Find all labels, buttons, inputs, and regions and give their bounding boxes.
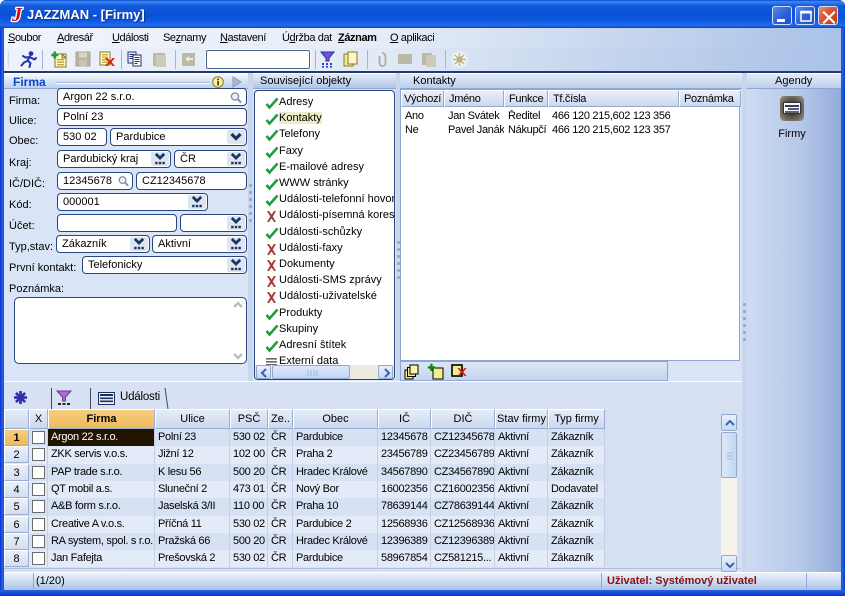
svg-text:J: J xyxy=(11,4,23,26)
